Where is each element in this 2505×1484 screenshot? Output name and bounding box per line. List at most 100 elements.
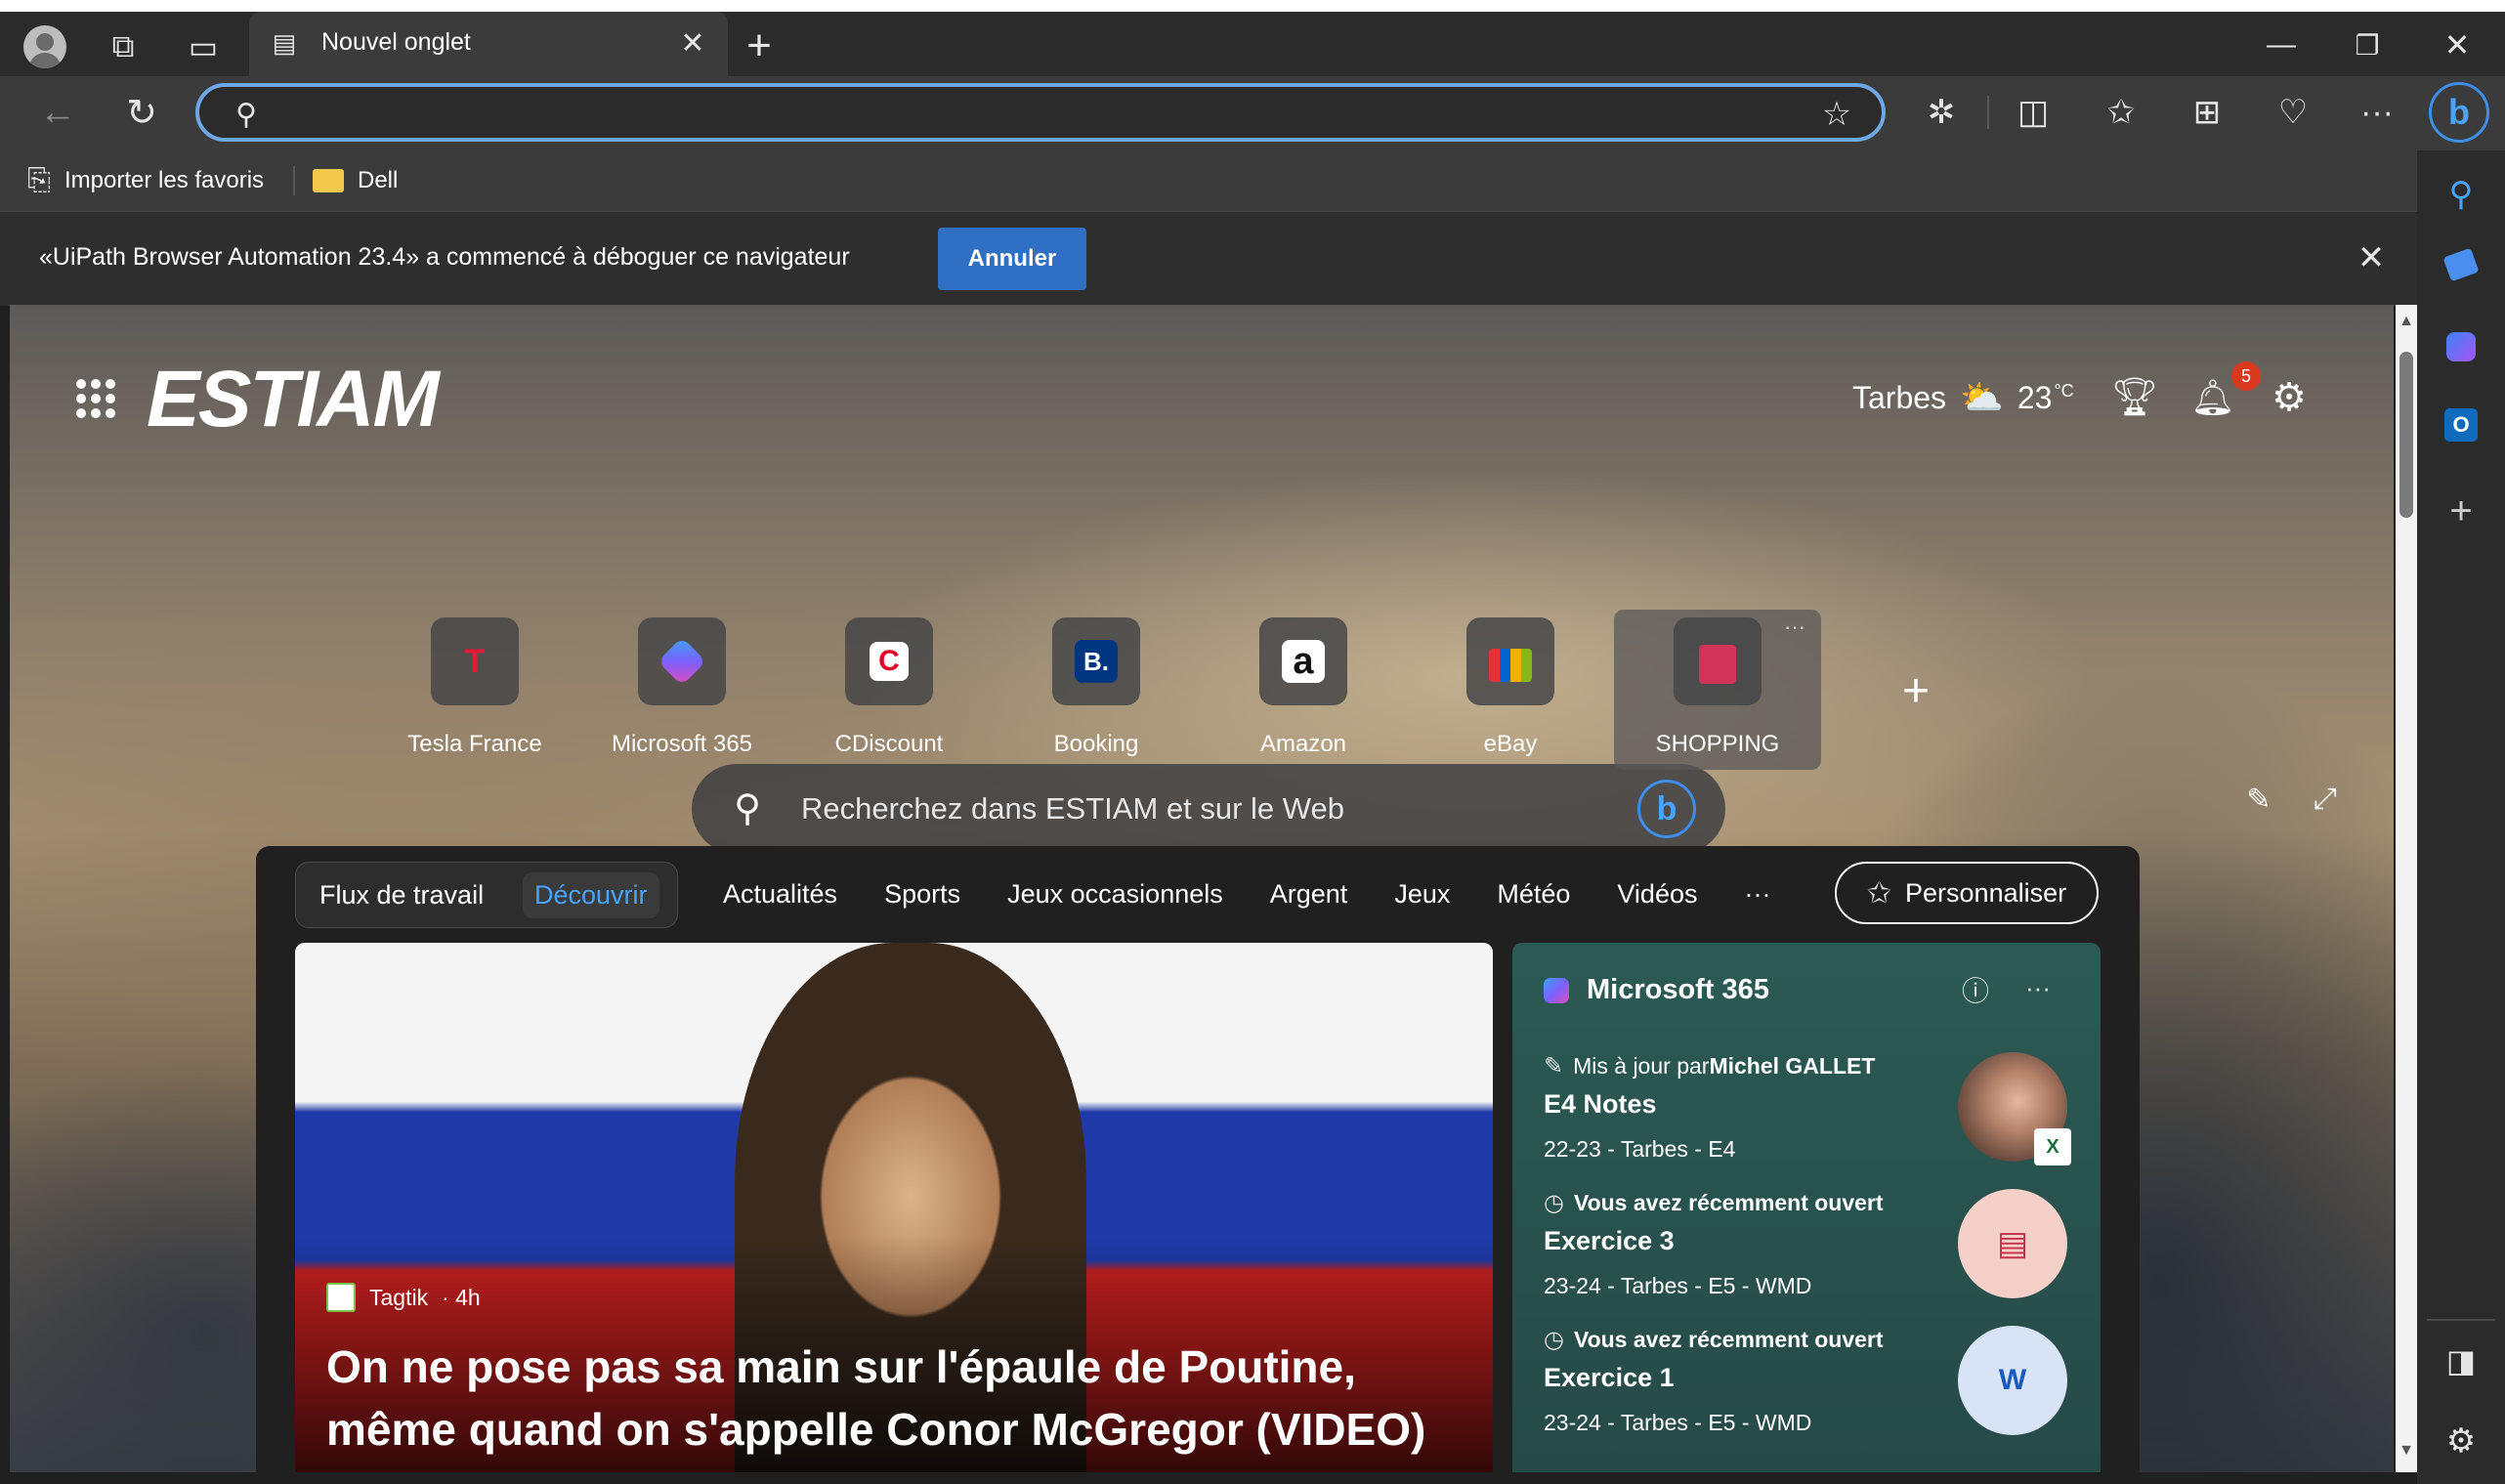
workspaces-icon[interactable]: ⧉ [102, 25, 145, 68]
quicklink-label: eBay [1483, 731, 1538, 757]
source-name: Tagtik [369, 1284, 429, 1310]
word-file-icon: W [1958, 1326, 2067, 1435]
more-tabs-icon[interactable]: ··· [1744, 879, 1770, 910]
web-search-box[interactable]: ⚲ Recherchez dans ESTIAM et sur le Web b [692, 764, 1725, 854]
cancel-debug-button[interactable]: Annuler [938, 228, 1086, 290]
rewards-trophy-icon[interactable]: 🏆︎ [2110, 373, 2159, 422]
tab-jeux-occasionnels[interactable]: Jeux occasionnels [1007, 879, 1223, 910]
edit-background-icon[interactable]: ✎ [2239, 780, 2278, 819]
partly-cloudy-icon: ⛅ [1960, 377, 2004, 417]
clock-icon: ◷ [1544, 1190, 1564, 1216]
tab-new-tab[interactable]: ▤ Nouvel onglet ✕ [249, 12, 728, 76]
m365-item[interactable]: ✎ Mis à jour par Michel GALLET E4 Notes … [1544, 1052, 2071, 1177]
personalize-button[interactable]: ✩ Personnaliser [1835, 862, 2099, 924]
feed-tab-group: Flux de travail Découvrir [295, 862, 678, 928]
quicklink-tesla[interactable]: T Tesla France [377, 617, 573, 774]
back-icon[interactable]: ← [33, 88, 82, 137]
m365-header: Microsoft 365 [1544, 974, 1769, 1006]
close-window-icon[interactable]: ✕ [2433, 23, 2482, 66]
address-bar[interactable]: ⚲ ☆ [195, 83, 1886, 142]
restore-icon[interactable]: ❐ [2343, 23, 2392, 66]
add-favorite-star-icon[interactable]: ☆ [1815, 93, 1858, 136]
notifications-bell-icon[interactable]: 🔔︎ [2188, 373, 2237, 422]
news-card[interactable]: Tagtik · 4h On ne pose pas sa main sur l… [295, 943, 1493, 1472]
amazon-logo-icon: a [1259, 617, 1347, 705]
estiam-logo[interactable]: ESTIAM [147, 354, 440, 445]
import-favorites-icon: ⎘ [27, 164, 51, 196]
shopping-bag-icon [1674, 617, 1762, 705]
item-name: Exercice 1 [1544, 1363, 1675, 1392]
tab-videos[interactable]: Vidéos [1617, 879, 1697, 910]
tab-jeux[interactable]: Jeux [1394, 879, 1450, 910]
weather-unit: °C [2054, 380, 2074, 401]
sidebar-divider [2427, 1319, 2495, 1321]
sidebar-shopping-icon[interactable] [2442, 247, 2480, 282]
vertical-tabs-icon[interactable]: ▭ [182, 25, 225, 68]
m365-more-icon[interactable]: ··· [2018, 970, 2058, 1005]
tab-meteo[interactable]: Météo [1497, 879, 1570, 910]
quicklink-ebay[interactable]: eBay [1413, 617, 1608, 774]
m365-item[interactable]: ◷ Vous avez récemment ouvert Exercice 1 … [1544, 1326, 2071, 1451]
favorite-label: Dell [358, 167, 399, 193]
tab-argent[interactable]: Argent [1270, 879, 1348, 910]
sidebar-settings-icon[interactable]: ⚙ [2437, 1417, 2485, 1465]
quicklink-more-icon[interactable]: ··· [1778, 615, 1811, 639]
pdf-file-icon: ▤ [1958, 1189, 2067, 1298]
quicklink-shopping[interactable]: ··· SHOPPING [1614, 610, 1821, 770]
tab-sports[interactable]: Sports [884, 879, 960, 910]
quicklink-label: Booking [1053, 731, 1139, 757]
scroll-down-icon[interactable]: ▼ [2396, 1440, 2417, 1462]
browser-essentials-icon[interactable]: ♡ [2269, 88, 2317, 137]
sidebar-hide-icon[interactable]: ◨ [2437, 1336, 2485, 1385]
weather-widget[interactable]: Tarbes ⛅ 23 °C [1852, 373, 2074, 422]
refresh-icon[interactable]: ↻ [117, 88, 166, 137]
copilot-bing-icon[interactable]: b [2429, 82, 2489, 143]
split-screen-icon[interactable]: ◫ [2009, 88, 2058, 137]
extensions-icon[interactable]: ✲ [1917, 88, 1966, 137]
tagtik-logo-icon [326, 1283, 356, 1312]
item-path: 23-24 - Tarbes - E5 - WMD [1544, 1273, 1812, 1298]
quicklink-amazon[interactable]: a Amazon [1206, 617, 1401, 774]
tab-decouvrir[interactable]: Découvrir [523, 872, 659, 918]
sidebar-m365-icon[interactable] [2446, 332, 2476, 361]
sidebar-outlook-icon[interactable]: O [2444, 408, 2478, 442]
sidebar-add-icon[interactable]: + [2437, 487, 2485, 535]
sidebar-search-icon[interactable]: ⚲ [2437, 170, 2485, 219]
close-infobar-icon[interactable]: ✕ [2347, 233, 2396, 282]
close-tab-icon[interactable]: ✕ [675, 25, 710, 61]
expand-icon[interactable]: ⤢ [2306, 780, 2345, 819]
notification-badge: 5 [2231, 361, 2261, 391]
pencil-icon: ✎ [1544, 1053, 1564, 1080]
personalize-star-icon: ✩ [1866, 876, 1892, 910]
m365-item[interactable]: ◷ Vous avez récemment ouvert Exercice 3 … [1544, 1189, 2071, 1314]
collections-icon[interactable]: ⊞ [2183, 88, 2231, 137]
profile-avatar[interactable] [23, 25, 66, 68]
news-headline[interactable]: On ne pose pas sa main sur l'épaule de P… [326, 1336, 1469, 1461]
app-launcher-icon[interactable] [76, 379, 115, 418]
settings-more-icon[interactable]: ··· [2353, 88, 2401, 137]
info-icon[interactable]: ⓘ [1958, 972, 1993, 1007]
scrollbar-thumb[interactable] [2399, 352, 2413, 518]
personalize-label: Personnaliser [1905, 877, 2067, 908]
quicklink-label: SHOPPING [1655, 731, 1780, 757]
tab-flux-de-travail[interactable]: Flux de travail [319, 880, 484, 911]
favorite-item-dell[interactable]: Dell [313, 162, 398, 199]
tab-actualites[interactable]: Actualités [723, 879, 837, 910]
quicklink-cdiscount[interactable]: C CDiscount [791, 617, 987, 774]
excel-file-icon: X [2034, 1128, 2071, 1166]
quicklink-booking[interactable]: B. Booking [998, 617, 1194, 774]
page-settings-gear-icon[interactable]: ⚙ [2265, 373, 2314, 422]
bing-chat-icon[interactable]: b [1637, 780, 1696, 838]
favorite-item-import[interactable]: ⎘ Importer les favoris [27, 162, 264, 199]
folder-icon [313, 169, 344, 192]
new-tab-button[interactable]: + [735, 21, 784, 70]
quicklink-microsoft365[interactable]: Microsoft 365 [584, 617, 780, 774]
favorites-bar: ⎘ Importer les favoris Dell [0, 150, 2417, 211]
scroll-up-icon[interactable]: ▲ [2396, 311, 2417, 332]
minimize-icon[interactable]: — [2257, 23, 2306, 66]
item-who: Michel GALLET [1709, 1053, 1876, 1079]
add-quicklink-icon[interactable]: + [1891, 665, 1940, 717]
item-prefix: Mis à jour par [1573, 1053, 1710, 1079]
quicklink-label: CDiscount [834, 731, 944, 757]
favorites-icon[interactable]: ✩ [2097, 88, 2145, 137]
